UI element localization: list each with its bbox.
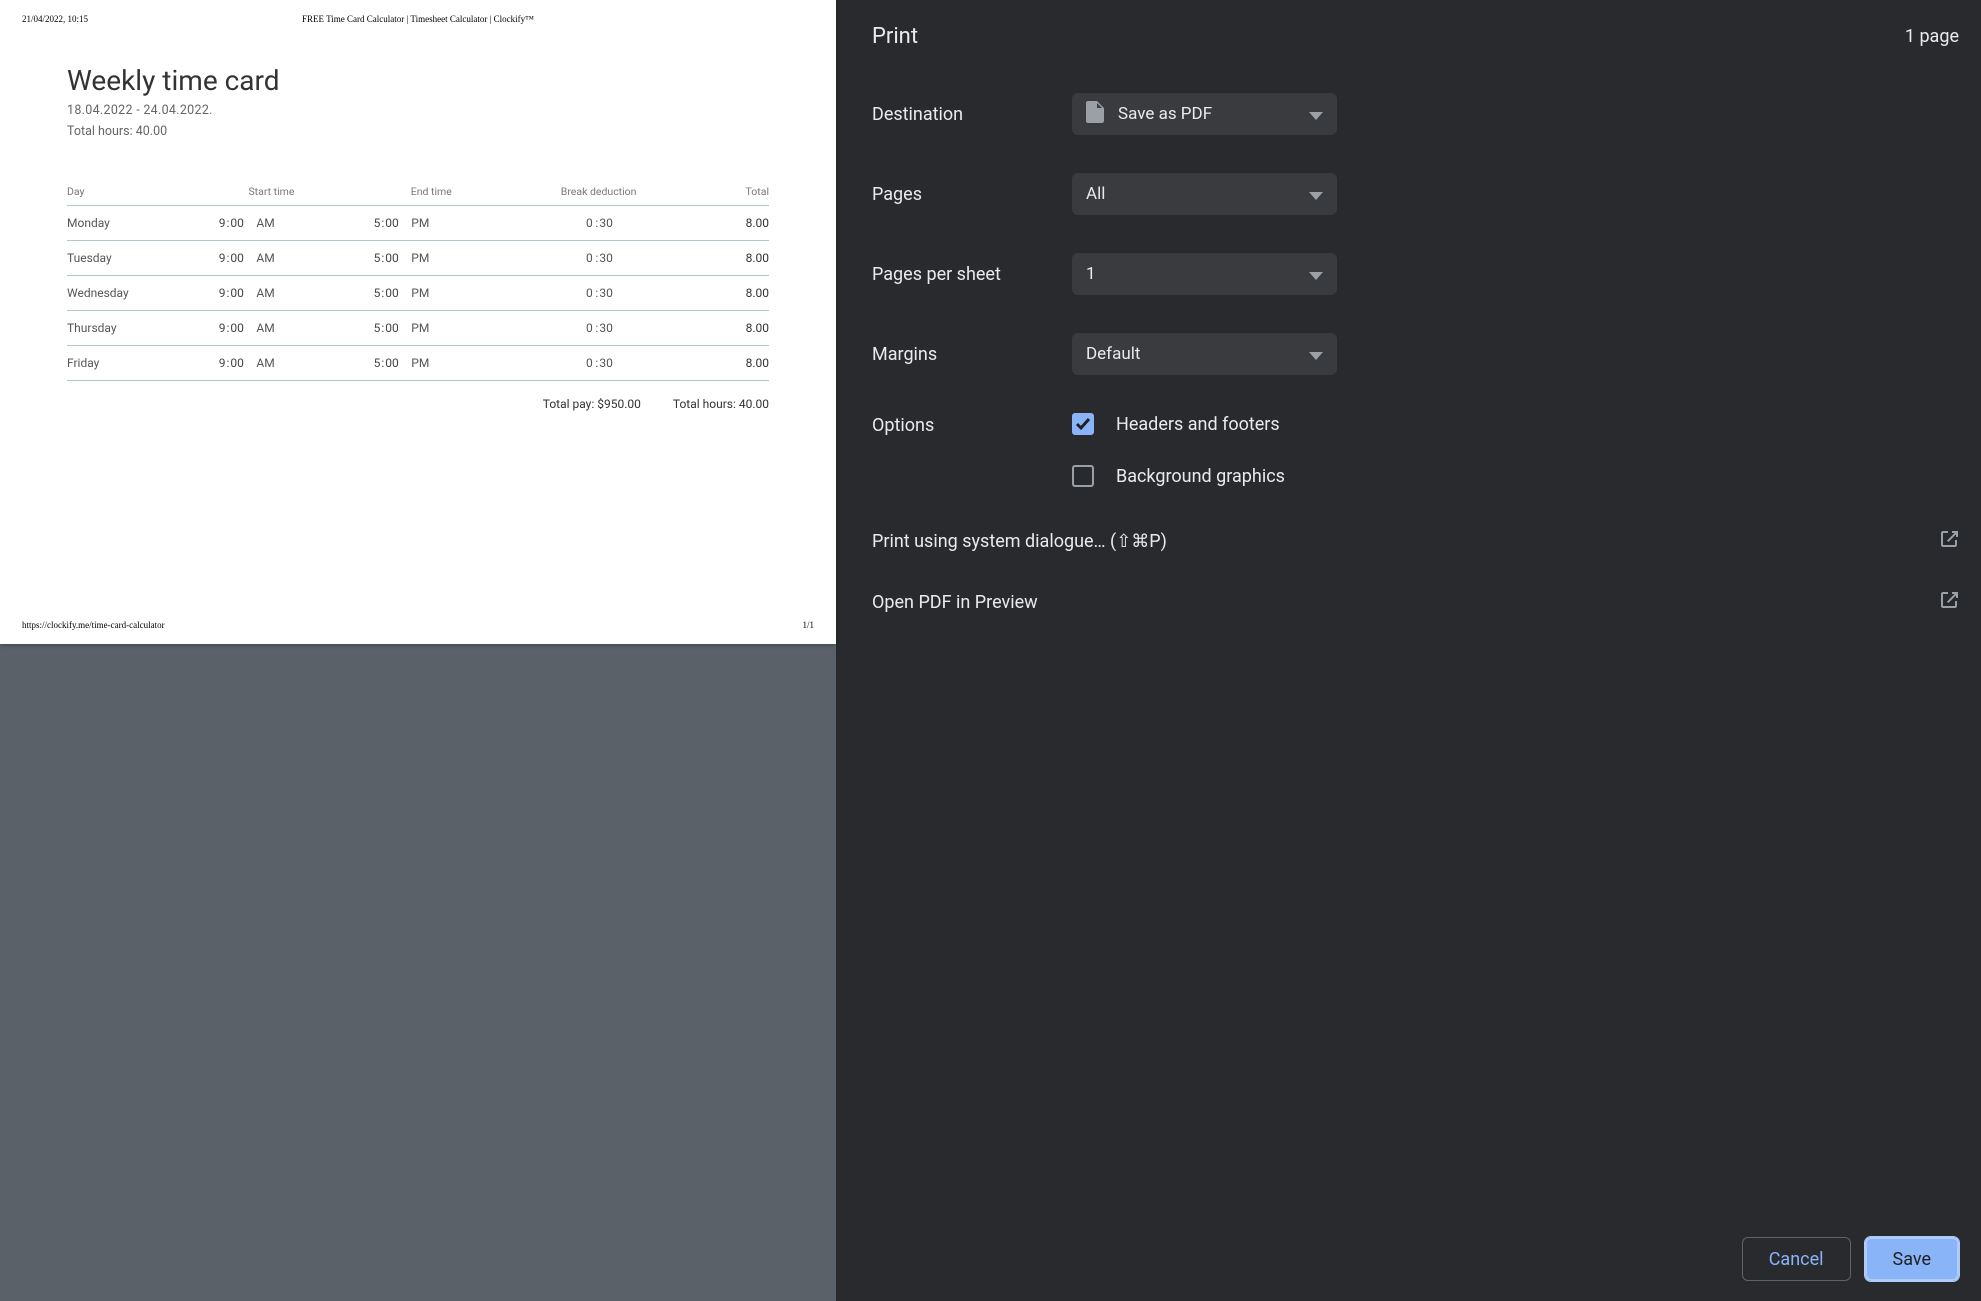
cell-end: 5:00PM xyxy=(366,241,521,276)
pages-label: Pages xyxy=(872,184,1072,205)
cell-total: 8.00 xyxy=(676,206,769,241)
checkbox-checked-icon xyxy=(1072,413,1094,435)
cell-start: 9:00AM xyxy=(212,206,367,241)
checkbox-unchecked-icon xyxy=(1072,465,1094,487)
cell-break: 0:30 xyxy=(521,241,676,276)
cell-day: Friday xyxy=(67,346,212,381)
destination-dropdown[interactable]: Save as PDF xyxy=(1072,93,1337,135)
footer-page-num: 1/1 xyxy=(802,620,814,630)
cell-end: 5:00PM xyxy=(366,311,521,346)
chevron-down-icon xyxy=(1309,185,1323,204)
pages-per-sheet-label: Pages per sheet xyxy=(872,264,1072,285)
cell-start: 9:00AM xyxy=(212,311,367,346)
table-row: Thursday9:00AM5:00PM0:308.00 xyxy=(67,311,769,346)
print-settings-panel: Print 1 page Destination Save as PDF Pag… xyxy=(836,0,1981,1301)
margins-value: Default xyxy=(1086,344,1140,364)
summary-total-pay: Total pay: $950.00 xyxy=(543,397,641,411)
open-pdf-preview-label: Open PDF in Preview xyxy=(872,592,1038,613)
page-title: Weekly time card xyxy=(67,64,769,97)
external-link-icon xyxy=(1939,529,1959,554)
panel-title: Print xyxy=(872,24,918,49)
destination-label: Destination xyxy=(872,104,1072,125)
open-pdf-preview-link[interactable]: Open PDF in Preview xyxy=(872,590,1959,615)
background-graphics-checkbox[interactable]: Background graphics xyxy=(1072,465,1285,487)
pages-dropdown[interactable]: All xyxy=(1072,173,1337,215)
system-dialog-link[interactable]: Print using system dialogue… (⇧⌘P) xyxy=(872,529,1959,554)
cell-break: 0:30 xyxy=(521,276,676,311)
save-button[interactable]: Save xyxy=(1865,1237,1960,1281)
cell-start: 9:00AM xyxy=(212,276,367,311)
system-dialog-label: Print using system dialogue… (⇧⌘P) xyxy=(872,531,1167,552)
header-title: FREE Time Card Calculator | Timesheet Ca… xyxy=(0,14,836,24)
cell-day: Tuesday xyxy=(67,241,212,276)
table-row: Tuesday9:00AM5:00PM0:308.00 xyxy=(67,241,769,276)
table-row: Monday9:00AM5:00PM0:308.00 xyxy=(67,206,769,241)
headers-footers-checkbox[interactable]: Headers and footers xyxy=(1072,413,1285,435)
chevron-down-icon xyxy=(1309,265,1323,284)
col-break: Break deduction xyxy=(521,185,676,206)
cell-day: Wednesday xyxy=(67,276,212,311)
col-start: Start time xyxy=(212,185,367,206)
cell-end: 5:00PM xyxy=(366,206,521,241)
cell-start: 9:00AM xyxy=(212,241,367,276)
cancel-button[interactable]: Cancel xyxy=(1742,1237,1851,1281)
col-day: Day xyxy=(67,185,212,206)
pdf-icon xyxy=(1086,101,1104,127)
date-range: 18.04.2022 - 24.04.2022. xyxy=(67,103,769,118)
table-row: Wednesday9:00AM5:00PM0:308.00 xyxy=(67,276,769,311)
background-graphics-label: Background graphics xyxy=(1116,466,1285,487)
margins-dropdown[interactable]: Default xyxy=(1072,333,1337,375)
cell-break: 0:30 xyxy=(521,346,676,381)
destination-value: Save as PDF xyxy=(1118,104,1212,124)
preview-page: 21/04/2022, 10:15 FREE Time Card Calcula… xyxy=(0,0,836,644)
options-label: Options xyxy=(872,413,1072,487)
cell-total: 8.00 xyxy=(676,311,769,346)
cell-break: 0:30 xyxy=(521,206,676,241)
total-hours-top: Total hours: 40.00 xyxy=(67,124,769,139)
pages-value: All xyxy=(1086,184,1105,204)
cell-day: Thursday xyxy=(67,311,212,346)
cell-day: Monday xyxy=(67,206,212,241)
cell-break: 0:30 xyxy=(521,311,676,346)
external-link-icon xyxy=(1939,590,1959,615)
footer-url: https://clockify.me/time-card-calculator xyxy=(22,620,165,630)
cell-start: 9:00AM xyxy=(212,346,367,381)
col-total: Total xyxy=(676,185,769,206)
pages-per-sheet-value: 1 xyxy=(1086,264,1096,284)
chevron-down-icon xyxy=(1309,345,1323,364)
cell-end: 5:00PM xyxy=(366,276,521,311)
cell-end: 5:00PM xyxy=(366,346,521,381)
print-preview-area: 21/04/2022, 10:15 FREE Time Card Calcula… xyxy=(0,0,836,1301)
cell-total: 8.00 xyxy=(676,241,769,276)
margins-label: Margins xyxy=(872,344,1072,365)
cell-total: 8.00 xyxy=(676,276,769,311)
cell-total: 8.00 xyxy=(676,346,769,381)
summary-total-hours: Total hours: 40.00 xyxy=(673,397,769,411)
col-end: End time xyxy=(366,185,521,206)
table-row: Friday9:00AM5:00PM0:308.00 xyxy=(67,346,769,381)
headers-footers-label: Headers and footers xyxy=(1116,414,1280,435)
timecard-table: Day Start time End time Break deduction … xyxy=(67,185,769,381)
chevron-down-icon xyxy=(1309,105,1323,124)
page-count: 1 page xyxy=(1905,26,1959,47)
pages-per-sheet-dropdown[interactable]: 1 xyxy=(1072,253,1337,295)
